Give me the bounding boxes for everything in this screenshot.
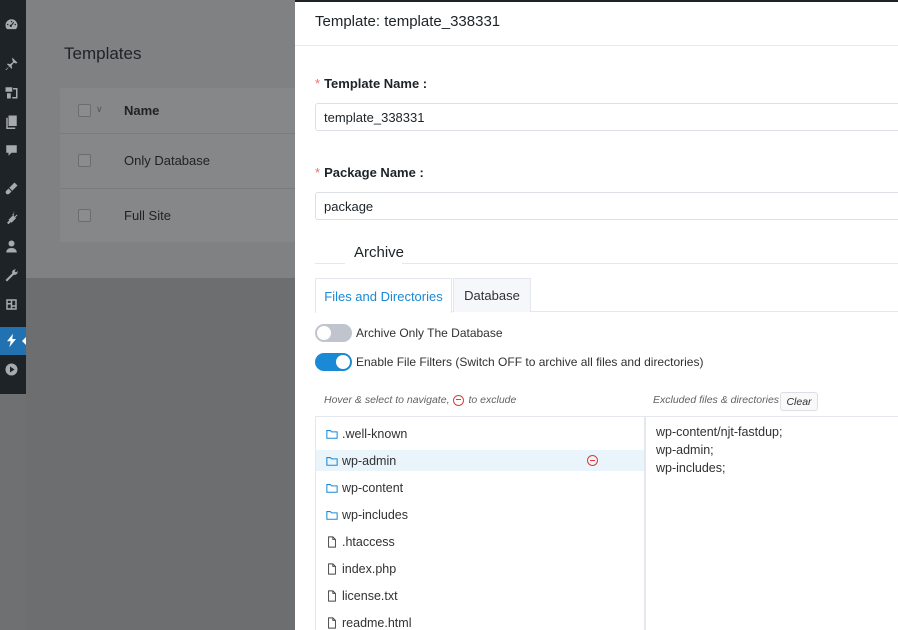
tree-item-readme-html[interactable]: readme.html: [316, 612, 644, 630]
template-drawer: Template: template_338331 * Template Name…: [295, 0, 898, 630]
divider: [402, 263, 898, 264]
tree-item-label: wp-includes: [342, 507, 409, 522]
tree-item-wp-includes[interactable]: wp-includes: [316, 504, 644, 525]
wp-admin-sidebar: [0, 0, 27, 630]
file-icon: [328, 589, 336, 602]
clear-button[interactable]: Clear: [780, 392, 818, 411]
tree-item-label: wp-content: [342, 480, 404, 495]
archive-only-db-row: Archive Only The Database: [315, 324, 503, 342]
tree-item-label: .well-known: [342, 426, 408, 441]
tree-item-label: wp-admin: [342, 453, 397, 468]
tab-files-and-directories[interactable]: Files and Directories: [315, 278, 452, 313]
excluded-header: Excluded files & directories: [653, 394, 780, 406]
row-divider: [60, 188, 300, 189]
toggle-knob: [317, 326, 331, 340]
tree-item-label: readme.html: [342, 615, 412, 630]
column-header-name: Name: [124, 103, 160, 118]
row-checkbox[interactable]: [78, 209, 91, 222]
pages-icon[interactable]: [3, 113, 20, 130]
table-row[interactable]: Only Database: [124, 153, 210, 168]
folder-icon: [326, 429, 338, 439]
pin-icon[interactable]: [3, 55, 20, 72]
file-tree: .well-known wp-admin wp-content wp-inclu…: [315, 416, 645, 630]
admin-menu: [0, 0, 27, 394]
exclude-icon: [453, 394, 465, 406]
dashboard-icon[interactable]: [3, 16, 20, 33]
drawer-header: Template: template_338331: [295, 2, 898, 46]
file-browser: Hover & select to navigate, to exclude E…: [315, 388, 898, 630]
file-icon: [328, 562, 336, 575]
tree-item-label: license.txt: [342, 588, 398, 603]
templates-table: ∨ Name Only Database Full Site: [60, 88, 300, 242]
divider: [315, 263, 345, 264]
table-row[interactable]: Full Site: [124, 208, 171, 223]
file-filters-label: Enable File Filters (Switch OFF to archi…: [356, 355, 704, 369]
tree-item-index-php[interactable]: index.php: [316, 558, 644, 579]
exclude-icon[interactable]: [587, 455, 598, 466]
tree-item-license-txt[interactable]: license.txt: [316, 585, 644, 606]
tools-icon[interactable]: [3, 267, 20, 284]
required-mark: *: [315, 165, 321, 180]
archive-only-db-toggle[interactable]: [315, 324, 352, 342]
users-icon[interactable]: [3, 238, 20, 255]
archive-section-title: Archive: [354, 244, 405, 261]
excluded-item: wp-content/njt-fastdup;: [656, 425, 783, 439]
folder-icon: [326, 483, 338, 493]
file-icon: [328, 616, 336, 629]
drawer-title: Template: template_338331: [315, 13, 501, 30]
hint-suffix: to exclude: [468, 394, 517, 406]
template-name-label: * Template Name :: [315, 76, 427, 91]
tree-item-label: index.php: [342, 561, 397, 576]
folder-icon: [326, 510, 338, 520]
tree-item-label: .htaccess: [342, 534, 395, 549]
fastdup-icon: [7, 333, 16, 348]
required-mark: *: [315, 76, 321, 91]
media-icon[interactable]: [3, 84, 20, 101]
page-title: Templates: [64, 44, 142, 63]
package-name-label: * Package Name :: [315, 165, 424, 180]
chevron-down-icon: ∨: [96, 104, 103, 114]
comments-icon[interactable]: [3, 142, 20, 159]
package-name-input[interactable]: [315, 192, 898, 220]
folder-icon: [326, 456, 338, 466]
tab-database[interactable]: Database: [453, 278, 531, 312]
tree-item-wp-content[interactable]: wp-content: [316, 477, 644, 498]
template-name-label-text: Template Name :: [324, 76, 428, 91]
appearance-icon[interactable]: [3, 180, 20, 197]
file-filters-toggle[interactable]: [315, 353, 352, 371]
archive-tabs: Files and Directories Database: [315, 278, 898, 313]
excluded-list[interactable]: wp-content/njt-fastdup; wp-admin; wp-inc…: [645, 416, 898, 630]
hint-prefix: Hover & select to navigate,: [324, 394, 450, 406]
navigate-hint: Hover & select to navigate, to exclude: [324, 394, 516, 406]
row-checkbox[interactable]: [78, 154, 91, 167]
row-divider: [60, 133, 300, 134]
fastdup-menu-item[interactable]: [0, 327, 27, 355]
excluded-item: wp-admin;: [656, 443, 714, 457]
tree-item-wp-admin[interactable]: wp-admin: [316, 450, 644, 471]
select-all-checkbox[interactable]: [78, 104, 91, 117]
file-filters-row: Enable File Filters (Switch OFF to archi…: [315, 353, 703, 371]
settings-icon[interactable]: [3, 296, 20, 313]
tree-item-well-known[interactable]: .well-known: [316, 423, 644, 444]
toggle-knob: [336, 355, 350, 369]
play-icon[interactable]: [3, 361, 20, 378]
file-icon: [328, 535, 336, 548]
template-name-input[interactable]: [315, 103, 898, 131]
plugins-icon[interactable]: [3, 209, 20, 226]
archive-only-db-label: Archive Only The Database: [356, 326, 503, 340]
package-name-label-text: Package Name :: [324, 165, 424, 180]
tree-item-htaccess[interactable]: .htaccess: [316, 531, 644, 552]
excluded-item: wp-includes;: [656, 461, 726, 475]
